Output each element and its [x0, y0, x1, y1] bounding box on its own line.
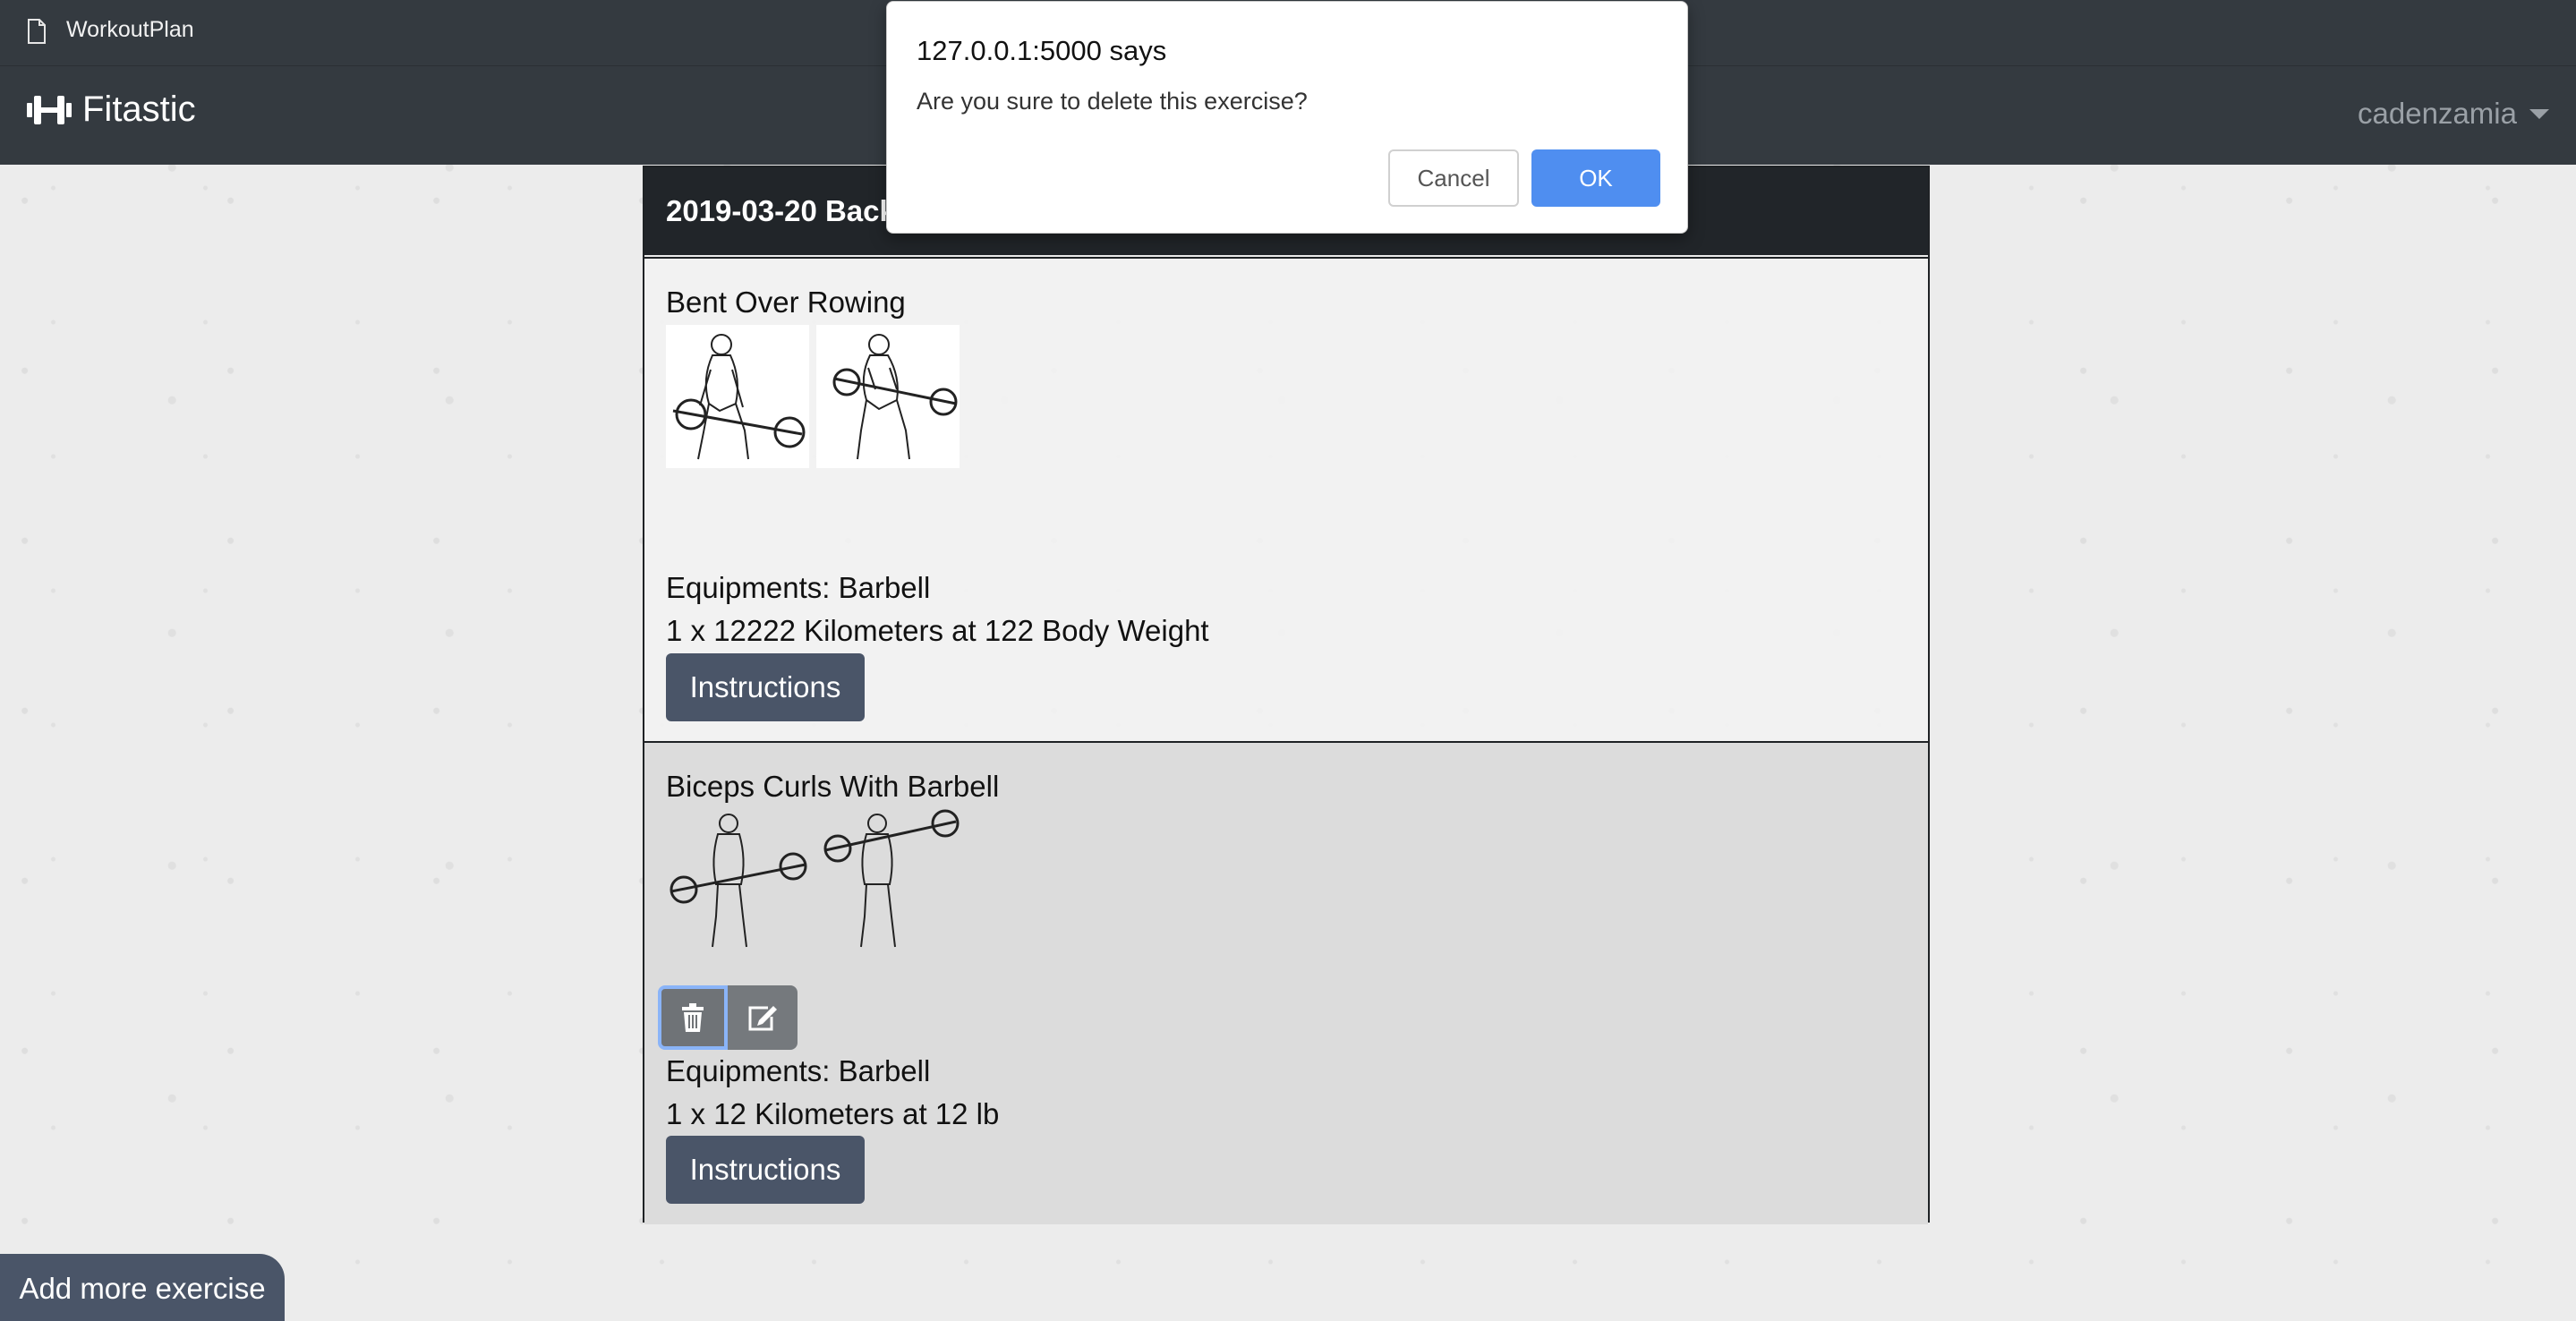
workout-plan-card: 2019-03-20 Back Bent Over Rowing Equipme… — [643, 166, 1930, 1224]
exercise-action-buttons — [658, 985, 798, 1050]
dumbbell-icon — [27, 95, 72, 124]
user-dropdown[interactable]: cadenzamia — [2358, 97, 2549, 131]
dialog-message: Are you sure to delete this exercise? — [917, 88, 1308, 115]
plan-title: 2019-03-20 Back — [666, 194, 896, 227]
add-more-exercise-button[interactable]: Add more exercise — [0, 1254, 285, 1321]
instructions-button[interactable]: Instructions — [666, 1136, 865, 1204]
ok-button[interactable]: OK — [1531, 149, 1660, 207]
exercise-item: Bent Over Rowing Equipments: Barbell 1 x… — [644, 257, 1928, 741]
exercise-illustration-start — [666, 325, 809, 468]
brand-name: Fitastic — [82, 89, 196, 129]
exercise-name: Biceps Curls With Barbell — [666, 770, 1000, 803]
edit-icon — [748, 1006, 777, 1031]
document-icon — [28, 19, 46, 44]
chevron-down-icon — [2529, 108, 2549, 119]
exercise-equipment: Equipments: Barbell — [666, 1054, 931, 1087]
dialog-origin: 127.0.0.1:5000 says — [917, 35, 1167, 66]
tab-title[interactable]: WorkoutPlan — [66, 17, 194, 43]
instructions-button[interactable]: Instructions — [666, 653, 865, 721]
cancel-button[interactable]: Cancel — [1388, 149, 1519, 207]
exercise-images — [666, 325, 960, 468]
exercise-sets: 1 x 12 Kilometers at 12 lb — [666, 1097, 1000, 1130]
exercise-name: Bent Over Rowing — [666, 286, 906, 319]
exercise-sets: 1 x 12222 Kilometers at 122 Body Weight — [666, 614, 1209, 647]
edit-exercise-button[interactable] — [728, 985, 798, 1050]
exercise-illustration-start — [670, 814, 807, 948]
exercise-illustration-end — [823, 809, 960, 948]
brand-link[interactable]: Fitastic — [27, 89, 196, 130]
exercise-item: Biceps Curls With Barbell Equipments: Ba… — [644, 741, 1928, 1224]
trash-icon — [682, 1003, 704, 1032]
confirm-dialog: 127.0.0.1:5000 says Are you sure to dele… — [886, 1, 1688, 234]
username-label: cadenzamia — [2358, 97, 2517, 130]
exercise-illustration-end — [816, 325, 960, 468]
exercise-images — [666, 809, 960, 952]
exercise-equipment: Equipments: Barbell — [666, 571, 931, 604]
delete-exercise-button[interactable] — [658, 985, 728, 1050]
